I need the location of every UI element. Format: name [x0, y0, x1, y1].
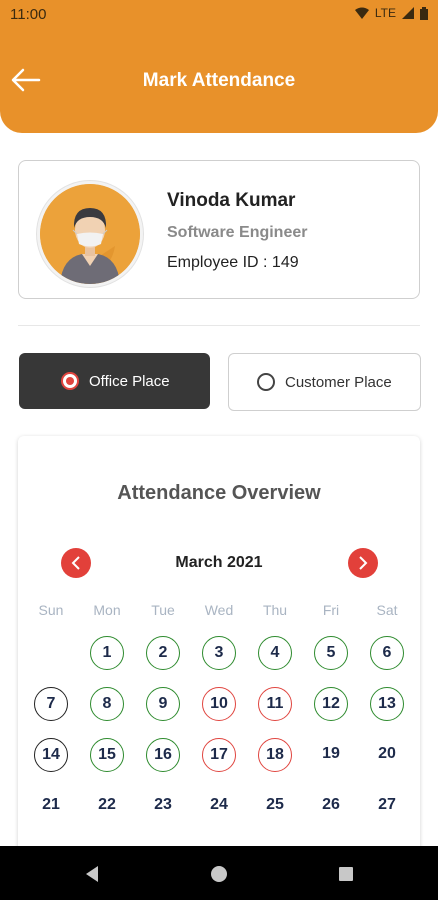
- calendar-day[interactable]: 3: [202, 636, 236, 670]
- weekday-thu: Thu: [262, 602, 288, 618]
- calendar-day[interactable]: 2: [146, 636, 180, 670]
- calendar-day[interactable]: 12: [314, 687, 348, 721]
- wifi-icon: [354, 7, 369, 19]
- calendar-day[interactable]: 9: [146, 687, 180, 721]
- status-bar: 11:00 LTE: [0, 0, 438, 30]
- calendar-day[interactable]: 15: [90, 738, 124, 772]
- system-nav-bar: [0, 846, 438, 900]
- nav-back-button[interactable]: [82, 864, 102, 884]
- next-month-button[interactable]: [348, 548, 378, 578]
- weekday-tue: Tue: [151, 602, 175, 618]
- weekday-fri: Fri: [322, 602, 340, 618]
- nav-home-button[interactable]: [209, 864, 229, 884]
- calendar-day[interactable]: 8: [90, 687, 124, 721]
- triangle-back-icon: [86, 866, 98, 882]
- calendar-day[interactable]: 22: [90, 789, 124, 823]
- calendar-day[interactable]: 25: [258, 789, 292, 823]
- calendar-day[interactable]: 19: [314, 738, 348, 772]
- calendar-day[interactable]: 26: [314, 789, 348, 823]
- employee-card: Vinoda Kumar Software Engineer Employee …: [18, 160, 420, 299]
- network-label: LTE: [374, 6, 396, 20]
- calendar-day[interactable]: 10: [202, 687, 236, 721]
- calendar-day[interactable]: 6: [370, 636, 404, 670]
- status-time: 11:00: [10, 6, 47, 23]
- calendar-day[interactable]: 11: [258, 687, 292, 721]
- radio-unselected-icon[interactable]: [257, 373, 275, 391]
- employee-name: Vinoda Kumar: [167, 190, 296, 211]
- divider: [18, 325, 420, 326]
- weekday-sat: Sat: [376, 602, 398, 618]
- battery-icon: [420, 6, 428, 20]
- calendar-day[interactable]: 27: [370, 789, 404, 823]
- page-title: Mark Attendance: [142, 70, 296, 91]
- office-place-option[interactable]: Office Place: [19, 353, 210, 409]
- weekday-sun: Sun: [38, 602, 64, 618]
- signal-icon: [402, 7, 414, 19]
- calendar-title: Attendance Overview: [117, 482, 321, 504]
- square-recents-icon: [339, 867, 353, 881]
- employee-avatar-icon: [40, 184, 140, 284]
- employee-role: Software Engineer: [167, 224, 308, 241]
- calendar-day[interactable]: 1: [90, 636, 124, 670]
- nav-recents-button[interactable]: [336, 864, 356, 884]
- customer-place-label: Customer Place: [285, 373, 392, 391]
- office-place-label: Office Place: [89, 372, 170, 390]
- app-header: Mark Attendance: [0, 30, 438, 133]
- calendar-day[interactable]: 14: [34, 738, 68, 772]
- employee-id: Employee ID : 149: [167, 254, 299, 271]
- avatar: [37, 181, 143, 287]
- calendar-day[interactable]: 24: [202, 789, 236, 823]
- calendar-day[interactable]: 13: [370, 687, 404, 721]
- calendar-day[interactable]: 21: [34, 789, 68, 823]
- calendar-day[interactable]: 20: [370, 738, 404, 772]
- weekday-wed: Wed: [204, 602, 234, 618]
- radio-selected-icon[interactable]: [61, 372, 79, 390]
- circle-home-icon: [211, 866, 227, 882]
- attendance-calendar-card: Attendance Overview March 2021 Sun Mon T…: [18, 436, 420, 876]
- calendar-day[interactable]: 5: [314, 636, 348, 670]
- calendar-day[interactable]: 7: [34, 687, 68, 721]
- calendar-day[interactable]: 23: [146, 789, 180, 823]
- weekday-mon: Mon: [93, 602, 121, 618]
- calendar-day[interactable]: 4: [258, 636, 292, 670]
- customer-place-option[interactable]: Customer Place: [228, 353, 421, 411]
- calendar-day[interactable]: 18: [258, 738, 292, 772]
- chevron-right-icon: [359, 556, 368, 570]
- calendar-day[interactable]: 16: [146, 738, 180, 772]
- status-icons: LTE: [354, 6, 428, 20]
- calendar-day[interactable]: 17: [202, 738, 236, 772]
